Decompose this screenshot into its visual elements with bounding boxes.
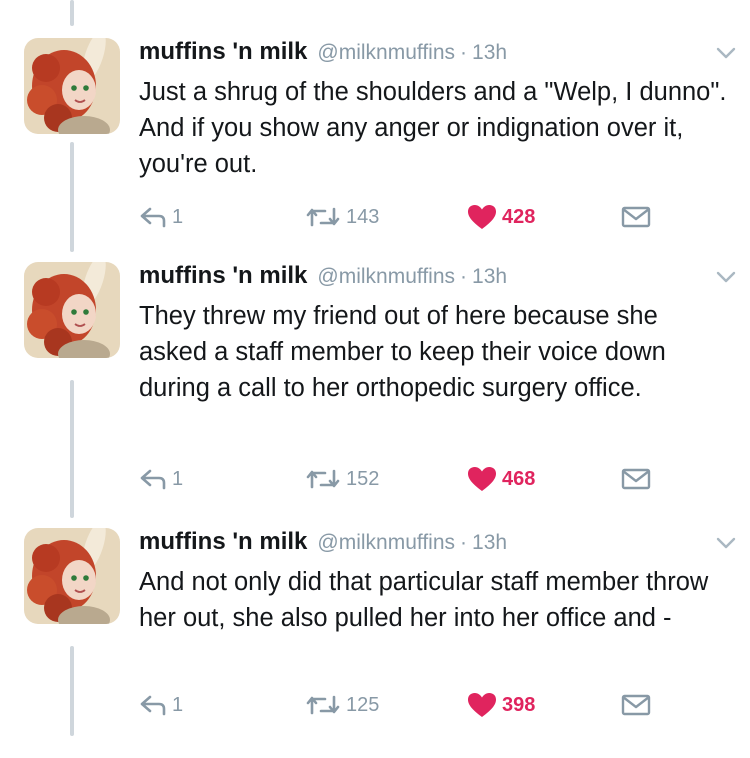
heart-icon (468, 205, 496, 229)
reply-button[interactable]: 1 (139, 462, 183, 496)
reply-count: 1 (172, 205, 184, 228)
retweet-icon (306, 695, 340, 715)
retweet-button[interactable]: 143 (305, 200, 379, 234)
chevron-down-icon[interactable] (716, 536, 736, 550)
display-name[interactable]: muffins 'n milk (139, 38, 307, 66)
avatar[interactable] (24, 38, 120, 134)
heart-icon (468, 693, 496, 717)
like-button[interactable]: 398 (467, 688, 535, 722)
timestamp[interactable]: 13h (472, 265, 507, 289)
reply-icon (140, 695, 166, 716)
direct-message-icon (621, 468, 651, 490)
tweet-text: Just a shrug of the shoulders and a "Wel… (139, 78, 727, 178)
display-name[interactable]: muffins 'n milk (139, 528, 307, 556)
direct-message-button[interactable] (621, 200, 651, 234)
avatar[interactable] (24, 528, 120, 624)
direct-message-icon (621, 694, 651, 716)
direct-message-icon (621, 206, 651, 228)
chevron-down-icon[interactable] (716, 46, 736, 60)
tweet-actions: 1 125 398 (139, 688, 699, 722)
separator-dot: · (460, 265, 468, 288)
user-handle[interactable]: @milknmuffins (317, 41, 455, 65)
separator-dot: · (460, 531, 468, 554)
display-name[interactable]: muffins 'n milk (139, 262, 307, 290)
reply-icon (140, 469, 166, 490)
tweet-text: They threw my friend out of here because… (139, 302, 666, 402)
retweet-count: 143 (346, 205, 380, 228)
reply-icon (140, 207, 166, 228)
retweet-icon (306, 469, 340, 489)
chevron-down-icon[interactable] (716, 270, 736, 284)
tweet-actions: 1 143 428 (139, 200, 699, 234)
reply-button[interactable]: 1 (139, 200, 183, 234)
retweet-button[interactable]: 125 (305, 688, 379, 722)
thread-line-1 (70, 142, 74, 252)
like-button[interactable]: 428 (467, 200, 535, 234)
reply-button[interactable]: 1 (139, 688, 183, 722)
separator-dot: · (460, 41, 468, 64)
user-handle[interactable]: @milknmuffins (317, 265, 455, 289)
like-count: 428 (502, 205, 536, 228)
reply-count: 1 (172, 693, 184, 716)
timestamp[interactable]: 13h (472, 531, 507, 555)
retweet-button[interactable]: 152 (305, 462, 379, 496)
retweet-count: 125 (346, 693, 380, 716)
retweet-icon (306, 207, 340, 227)
thread-line-2 (70, 380, 74, 518)
tweet-text: And not only did that particular staff m… (139, 568, 709, 632)
tweet-actions: 1 152 468 (139, 462, 699, 496)
retweet-count: 152 (346, 467, 380, 490)
reply-count: 1 (172, 467, 184, 490)
thread-line-top (70, 0, 74, 26)
avatar[interactable] (24, 262, 120, 358)
user-handle[interactable]: @milknmuffins (317, 531, 455, 555)
thread-line-3 (70, 646, 74, 736)
like-count: 468 (502, 467, 536, 490)
direct-message-button[interactable] (621, 462, 651, 496)
heart-icon (468, 467, 496, 491)
timestamp[interactable]: 13h (472, 41, 507, 65)
like-count: 398 (502, 693, 536, 716)
like-button[interactable]: 468 (467, 462, 535, 496)
direct-message-button[interactable] (621, 688, 651, 722)
